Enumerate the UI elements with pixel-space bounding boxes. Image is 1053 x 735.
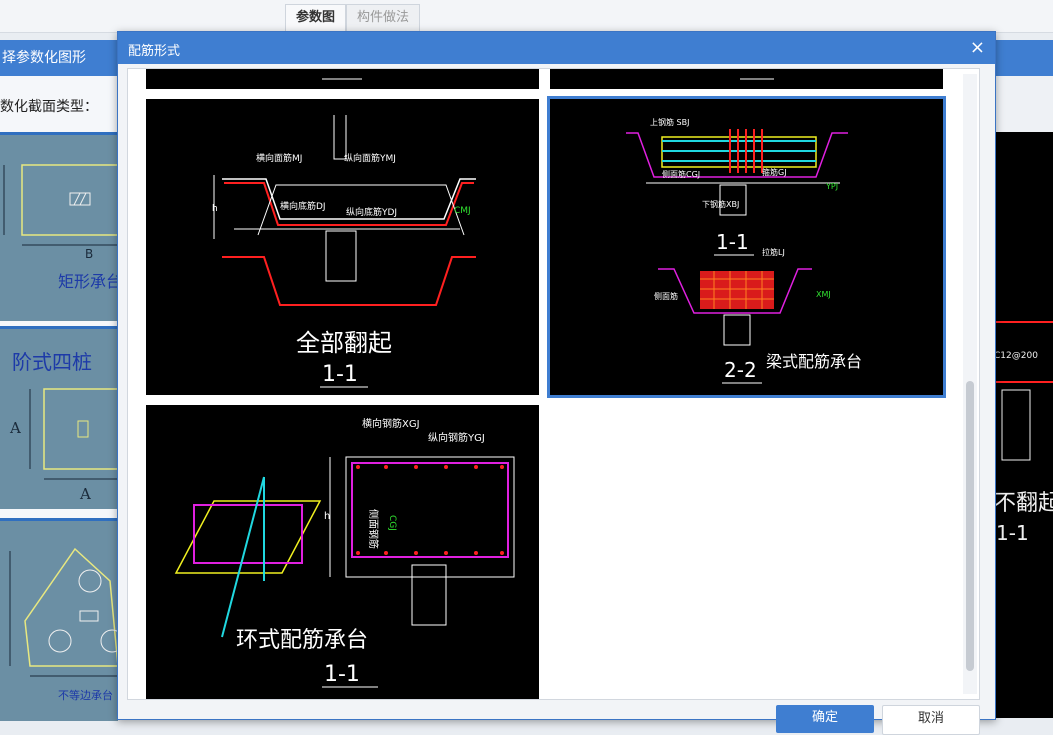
cancel-button[interactable]: 取消 [882,705,980,735]
beam-section2: 2-2 [724,358,757,382]
beam-xmj-label: XMJ [816,290,831,299]
top-strip: 参数图 构件做法 [0,0,1053,33]
card-full-fold[interactable]: h 横向面筋MJ 纵向面筋YMJ 横向底筋DJ 纵向底筋YDJ CMJ 全部翻起… [146,99,539,395]
ring-side-label: 侧面钢筋 [367,509,380,549]
thumb-step-drawing: 阶式四桩 A A [9,350,118,503]
full-fold-hdj: 横向底筋DJ [280,200,326,212]
beam-ypj-label: YPJ [825,182,838,191]
beam-drawing: 上钢筋 SBJ 下钢筋XBJ 侧面筋CGJ 箍筋GJ YPJ 1-1 拉筋LJ … [626,117,862,384]
full-fold-cmj: CMJ [454,206,471,216]
ring-h-dim: h [324,511,330,522]
beam-lj-label: 拉筋LJ [762,247,785,257]
background-shape-picker: 择参数化图形 数化截面类型： B 矩形承台 阶式四桩 A A 不等边承台 [0,40,120,721]
card-beam-type[interactable]: 上钢筋 SBJ 下钢筋XBJ 侧面筋CGJ 箍筋GJ YPJ 1-1 拉筋LJ … [547,96,946,398]
full-fold-ymj: 纵向面筋YMJ [344,152,396,164]
beam-caption: 梁式配筋承台 [766,352,862,371]
bg-right-small-text: C12@200 [994,351,1038,361]
beam-side2-label: 侧面筋 [654,291,678,301]
bg-right-title: 不翻起 [994,491,1053,516]
full-fold-drawing: h 横向面筋MJ 纵向面筋YMJ 横向底筋DJ 纵向底筋YDJ CMJ 全部翻起… [212,115,476,388]
full-fold-section: 1-1 [322,362,358,387]
full-fold-h: h [212,204,218,214]
full-fold-caption: 全部翻起 [296,329,392,357]
bg-left-type-label: 数化截面类型： [0,99,98,115]
thumb-step-dim-a1: A [9,419,21,437]
scrollbar-thumb[interactable] [966,381,974,671]
dialog-header: 配筋形式 × [118,32,995,64]
close-icon[interactable]: × [970,37,985,58]
top-tabs: 参数图 构件做法 [285,4,421,31]
ring-h-label: 横向钢筋XGJ [362,417,420,430]
thumb-unequal-cap[interactable]: 不等边承台 [0,518,118,721]
thumb-unequal-drawing: 不等边承台 [9,547,118,702]
thumb-rect-cap[interactable]: B 矩形承台 [0,132,118,321]
ring-cgj-label: CGJ [387,515,397,531]
beam-bottom-label: 下钢筋XBJ [702,199,739,209]
beam-side-label: 侧面筋CGJ [662,169,700,179]
tab-method[interactable]: 构件做法 [346,4,421,31]
card-ring-type[interactable]: 横向钢筋XGJ 纵向钢筋YGJ 侧面钢筋 CGJ h 环式配筋承台 1-1 [146,405,539,699]
thumb-unequal-name: 不等边承台 [58,688,113,702]
bg-right-section: 1-1 [996,521,1029,545]
tab-params[interactable]: 参数图 [285,4,347,31]
vertical-scrollbar[interactable] [963,74,977,694]
thumb-rect-drawing: B 矩形承台 [3,164,118,291]
card-partial-left[interactable] [146,69,539,89]
thumb-rect-dim-b: B [85,247,93,261]
thumb-step-name: 阶式四桩 [12,350,92,374]
full-fold-hmj: 横向面筋MJ [256,152,302,164]
ring-drawing: 横向钢筋XGJ 纵向钢筋YGJ 侧面钢筋 CGJ h 环式配筋承台 1-1 [174,417,515,688]
options-viewport: h 横向面筋MJ 纵向面筋YMJ 横向底筋DJ 纵向底筋YDJ CMJ 全部翻起… [127,68,980,700]
thumb-rect-name: 矩形承台 [58,272,118,291]
bg-right-preview-image: C12@200 不翻起 1-1 [994,132,1053,718]
dialog-title: 配筋形式 [128,44,181,59]
rebar-form-dialog: 配筋形式 × h 横向面筋MJ 纵向面筋YMJ 横向底筋DJ 纵向底筋YDJ C… [117,31,996,720]
bg-right-header [994,40,1053,76]
ring-section: 1-1 [324,662,360,687]
bg-right-drawing: C12@200 不翻起 1-1 [994,321,1053,545]
beam-stirrup-label: 箍筋GJ [762,167,787,177]
background-preview-panel: C12@200 不翻起 1-1 [994,40,1053,718]
thumb-step-dim-a2: A [79,485,91,503]
ring-caption: 环式配筋承台 [236,628,368,653]
thumb-step-four-pile[interactable]: 阶式四桩 A A [0,326,118,509]
ring-v-label: 纵向钢筋YGJ [428,431,485,444]
beam-top-label: 上钢筋 SBJ [650,117,689,127]
bg-left-header: 择参数化图形 [0,40,120,76]
ok-button[interactable]: 确定 [776,705,874,733]
full-fold-ydj: 纵向底筋YDJ [346,206,397,218]
card-partial-right[interactable] [550,69,943,89]
beam-section1: 1-1 [716,230,749,254]
